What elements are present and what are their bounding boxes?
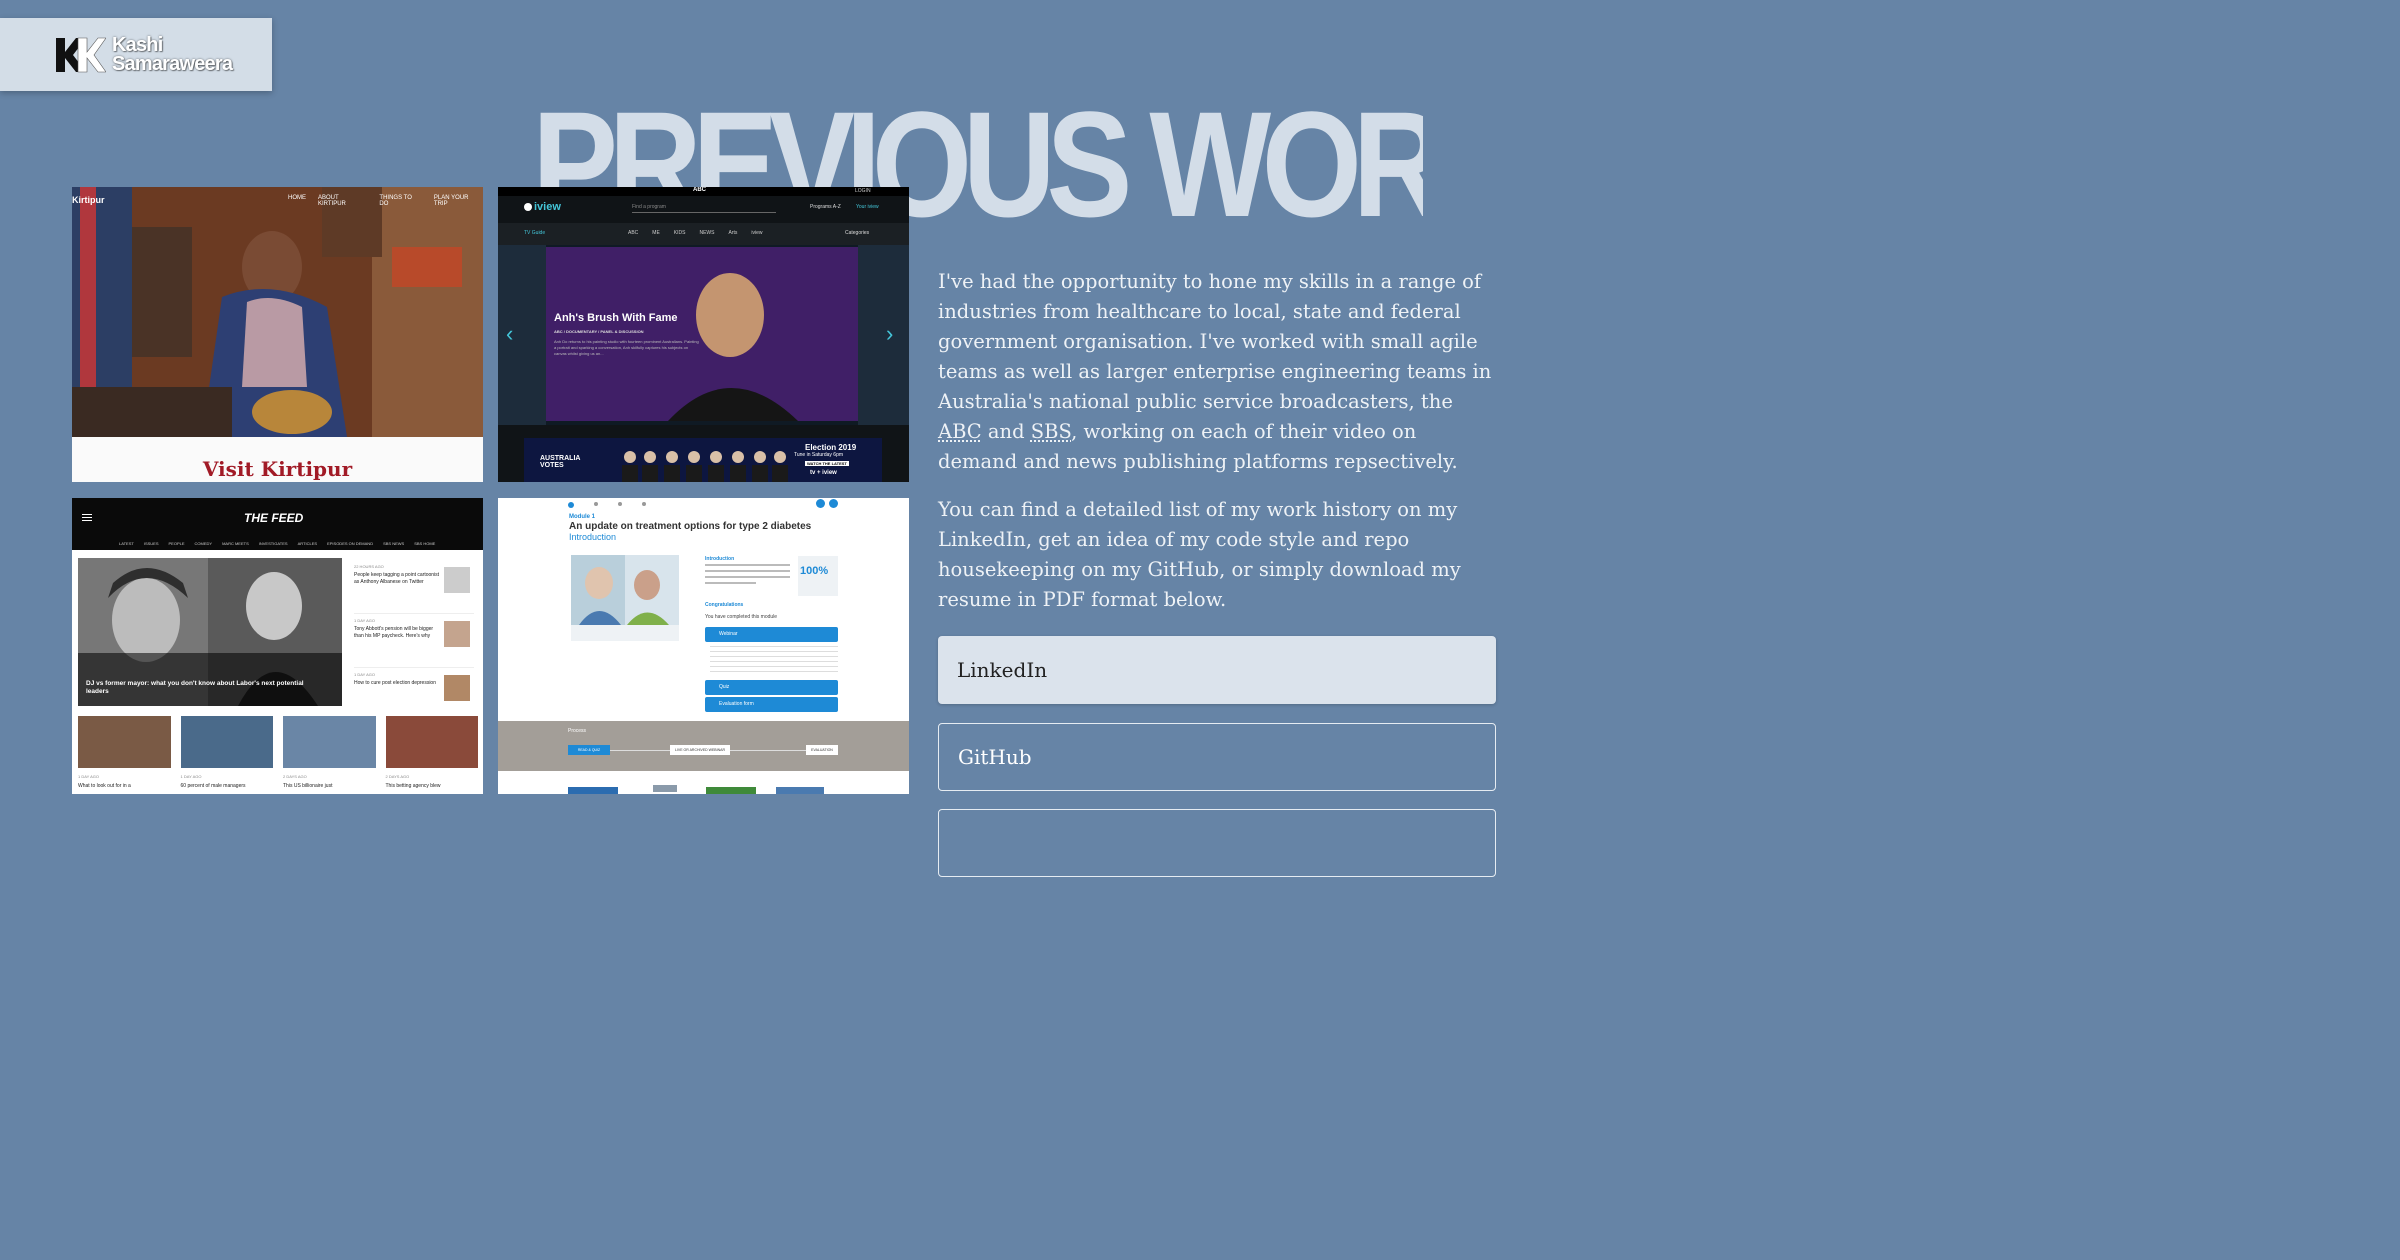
- hero-description: Anh Do returns to his painting studio wi…: [554, 339, 699, 356]
- feed-side-item[interactable]: 1 DAY AGO Tony Abbott's pension will be …: [354, 618, 474, 668]
- project-thumb-iview[interactable]: ABC LOGIN iview Find a program Programs …: [498, 187, 909, 482]
- partner-logo-2: [653, 785, 677, 792]
- intro-label: Introduction: [705, 556, 735, 562]
- step-dots: [568, 502, 646, 508]
- quiz-button: Quiz: [705, 680, 838, 695]
- feed-side-item[interactable]: 22 HOURS AGO People keep tagging a point…: [354, 564, 474, 614]
- feed-card[interactable]: 1 DAY AGO 60 percent of male managers: [180, 716, 273, 789]
- carousel-next-icon: ›: [886, 321, 894, 346]
- iview-search-input: Find a program: [632, 204, 776, 213]
- km-monogram-icon: [56, 37, 106, 72]
- abc-logo-icon: [524, 203, 532, 211]
- process-label: Process: [568, 728, 587, 734]
- hero-meta: ABC / DOCUMENTARY / PANEL & DISCUSSION: [554, 329, 644, 334]
- project-thumb-the-feed[interactable]: THE FEED LATEST ISSUES PEOPLE COMEDY MARC ME…: [72, 498, 483, 794]
- banner-people-image: [622, 451, 788, 482]
- your-iview-link: Your iview: [856, 204, 879, 210]
- feed-card[interactable]: 2 DAYS AGO This US billionaire just: [283, 716, 376, 789]
- feed-side-list: 22 HOURS AGO People keep tagging a point…: [354, 564, 474, 722]
- module-subtitle: Introduction: [569, 532, 617, 542]
- feed-brand: THE FEED: [244, 511, 304, 525]
- module-label: Module 1: [569, 514, 596, 520]
- step-read-quiz: READ & QUIZ: [568, 745, 610, 755]
- module-title: An update on treatment options for type …: [569, 521, 812, 532]
- partner-logo-3: [706, 787, 756, 794]
- project-thumb-kirtipur[interactable]: Kirtipur HOME ABOUT KIRTIPUR THINGS TO D…: [72, 187, 483, 482]
- tv-guide-link: TV Guide: [524, 230, 546, 236]
- feed-nav: LATEST ISSUES PEOPLE COMEDY MARC MEETS INVEST…: [119, 541, 436, 546]
- abbr-sbs: SBS: [1030, 420, 1072, 443]
- banner-logo: tv + iview: [810, 470, 837, 476]
- banner-cta-button: WATCH THE LATEST: [805, 461, 849, 466]
- step-webinar: LIVE OR ARCHIVED WEBINAR: [670, 745, 730, 755]
- intro-text-lines: [705, 564, 790, 594]
- kirtipur-title: Visit Kirtipur: [202, 457, 353, 481]
- kirtipur-brand: Kirtipur: [72, 195, 105, 205]
- partner-logo-4: [776, 787, 824, 794]
- banner-australia-votes: AUSTRALIA VOTES: [540, 455, 581, 469]
- nav-arrows: [816, 499, 838, 508]
- completion-percent: 100%: [800, 565, 829, 577]
- hamburger-menu-icon: [82, 514, 92, 521]
- hero-title: Anh's Brush With Fame: [554, 312, 678, 324]
- kirtipur-photo: [72, 187, 483, 482]
- categories-link: Categories: [845, 230, 870, 236]
- feed-hero-caption: DJ vs former mayor: what you don't know …: [86, 680, 304, 695]
- github-button[interactable]: GitHub: [938, 723, 1496, 791]
- partner-logo-1: [568, 787, 618, 794]
- iview-hero-image: [498, 245, 909, 425]
- logo-name: Kashi Samaraweera: [112, 33, 233, 75]
- iview-brand: iview: [534, 201, 561, 213]
- webinar-list: [710, 646, 838, 672]
- feed-cards: 1 DAY AGO What to look out for in a 1 DA…: [78, 716, 478, 789]
- module-photo: [571, 555, 679, 641]
- links-paragraph: You can find a detailed list of my work …: [938, 498, 1461, 611]
- login-link: LOGIN: [855, 188, 871, 194]
- resume-button[interactable]: [938, 809, 1496, 877]
- feed-card[interactable]: 2 DAYS AGO This betting agency blew: [385, 716, 478, 789]
- banner-subtitle: Tune in Saturday 6pm: [794, 452, 844, 458]
- banner-title: Election 2019: [805, 443, 857, 452]
- webinar-button: Webinar: [705, 627, 838, 642]
- kirtipur-nav: HOME ABOUT KIRTIPUR THINGS TO DO PLAN YO…: [288, 195, 469, 207]
- programs-az-link: Programs A-Z: [810, 204, 841, 210]
- intro-paragraph: I've had the opportunity to hone my skil…: [938, 270, 1492, 473]
- step-evaluation: EVALUATION: [806, 745, 838, 755]
- completed-text: You have completed this module: [705, 614, 778, 620]
- abbr-abc: ABC: [938, 420, 982, 443]
- project-thumb-diabetes-module[interactable]: Module 1 An update on treatment options …: [498, 498, 909, 794]
- linkedin-button[interactable]: LinkedIn: [938, 636, 1496, 704]
- abc-network-label: ABC: [693, 187, 706, 193]
- feed-card[interactable]: 1 DAY AGO What to look out for in a: [78, 716, 171, 789]
- channel-list: ABC ME KIDS NEWS Arts iview: [628, 230, 763, 236]
- congrats-label: Congratulations: [705, 602, 744, 608]
- site-logo[interactable]: Kashi Samaraweera: [0, 18, 272, 91]
- carousel-prev-icon: ‹: [506, 321, 514, 346]
- evaluation-button: Evaluation form: [705, 697, 838, 712]
- feed-side-item[interactable]: 1 DAY AGO How to cure post election depr…: [354, 672, 474, 722]
